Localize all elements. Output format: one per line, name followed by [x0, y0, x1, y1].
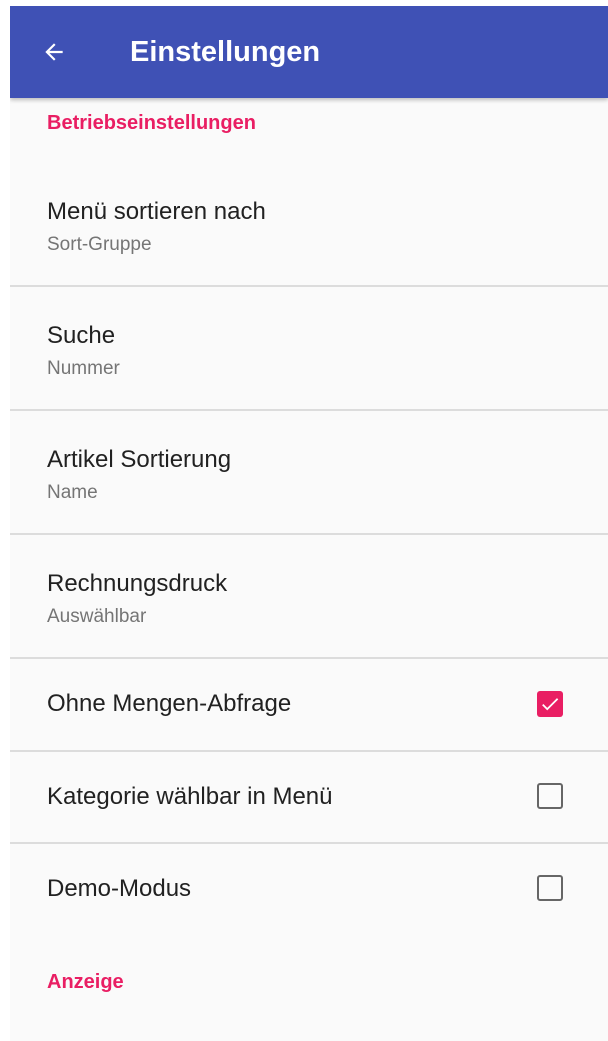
check-icon [542, 698, 559, 711]
pref-summary: Sort-Gruppe [47, 234, 152, 255]
pref-summary: Nummer [47, 358, 120, 379]
pref-title: Menü sortieren nach [47, 198, 266, 225]
page-title: Einstellungen [130, 36, 321, 68]
pref-without-quantity[interactable]: Ohne Mengen-Abfrage [10, 658, 608, 750]
preference-list: Betriebseinstellungen Menü sortieren nac… [10, 98, 608, 1041]
pref-title: Suche [47, 322, 116, 349]
pref-title: Rechnungsdruck [47, 570, 228, 597]
section-header-anzeige: Anzeige [47, 971, 124, 993]
pref-summary: Name [47, 482, 98, 503]
section-header-betriebseinstellungen: Betriebseinstellungen [47, 112, 256, 134]
back-button[interactable] [34, 32, 74, 72]
pref-title: Artikel Sortierung [47, 446, 232, 473]
pref-menu-sort[interactable]: Menü sortieren nach Sort-Gruppe [10, 178, 608, 292]
checkbox-category-selectable[interactable] [537, 783, 563, 809]
pref-title: Ohne Mengen-Abfrage [47, 690, 292, 717]
pref-title: Kategorie wählbar in Menü [47, 783, 333, 810]
pref-title: Demo-Modus [47, 875, 192, 902]
pref-category-selectable[interactable]: Kategorie wählbar in Menü [10, 751, 608, 843]
pref-invoice-print[interactable]: Rechnungsdruck Auswählbar [10, 534, 608, 658]
arrow-back-icon [45, 43, 63, 61]
checkbox-demo-mode[interactable] [537, 875, 563, 901]
pref-article-sort[interactable]: Artikel Sortierung Name [10, 410, 608, 534]
settings-screen: Einstellungen Betriebseinstellungen Menü… [10, 6, 608, 1041]
pref-summary: Auswählbar [47, 606, 147, 627]
pref-search[interactable]: Suche Nummer [10, 286, 608, 410]
checkbox-without-quantity[interactable] [537, 691, 563, 717]
app-bar: Einstellungen [10, 6, 608, 98]
pref-demo-mode[interactable]: Demo-Modus [10, 843, 608, 935]
